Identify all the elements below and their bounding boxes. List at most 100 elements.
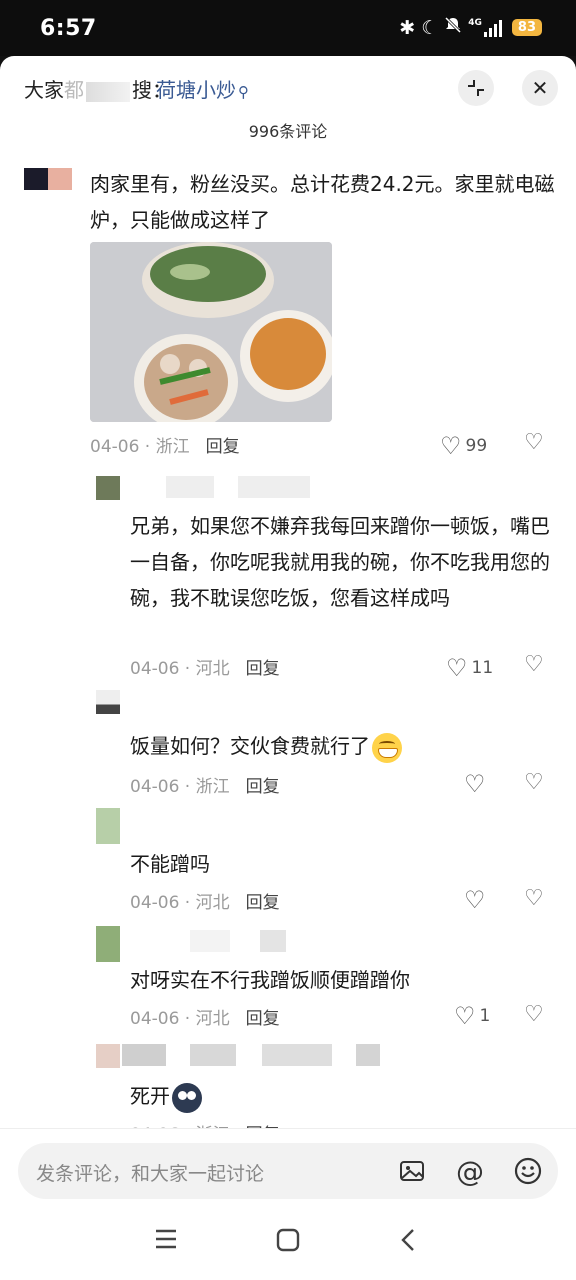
dislike-button[interactable]: ♡ [524,652,544,677]
comment-date: 04-06 [130,893,180,913]
network-label: 4G [468,18,482,28]
search-prefix-text: 大家 [24,78,64,102]
broken-heart-icon: ♡ [524,886,544,911]
menu-nav-button[interactable] [154,1228,178,1254]
username-blurred [190,1044,236,1066]
bluetooth-icon: ✱ [399,16,416,39]
dislike-button[interactable]: ♡ [524,770,544,795]
comment-date: 04-06 [130,659,180,679]
dislike-button[interactable]: ♡ [524,1002,544,1027]
comment-input-placeholder: 发条评论，和大家一起讨论 [36,1163,265,1185]
close-button[interactable]: ✕ [522,70,558,106]
like-button[interactable]: ♡ 11 [446,654,493,682]
bell-off-icon [444,16,462,39]
broken-heart-icon: ♡ [524,1002,544,1027]
comment-text-content: 死开 [130,1084,170,1108]
search-term-text: 荷塘小炒 [156,78,236,102]
avatar[interactable] [96,1044,120,1068]
comment-meta: 04-06 · 浙江回复 [130,777,280,797]
like-count: 11 [471,658,494,678]
image-icon [400,1161,424,1181]
comment-location: 浙江 [155,437,190,457]
comment-meta: 04-06 · 河北 回复 [130,1009,280,1029]
back-nav-button[interactable] [398,1228,418,1256]
comment-location: 浙江 [195,777,230,797]
username-blurred [356,1044,380,1066]
username-blurred [262,1044,332,1066]
username-blurred [190,930,230,952]
comment-photo[interactable] [90,242,332,422]
heart-icon: ♡ [454,1002,476,1030]
comment-date: 04-06 [90,437,140,457]
comment-input[interactable]: 发条评论，和大家一起讨论 @ [18,1143,558,1199]
heart-icon: ♡ [464,770,486,798]
comment-text: 对呀实在不行我蹭饭顺便蹭蹭你 [130,968,410,992]
like-button[interactable]: ♡ [464,770,486,798]
collapse-button[interactable] [458,70,494,106]
broken-heart-icon: ♡ [524,770,544,795]
comment-location: 河北 [195,1009,230,1029]
comment-text-content: 饭量如何？交伙食费就行了 [130,734,370,758]
back-icon [401,1229,414,1251]
at-icon: @ [456,1154,484,1188]
battery-icon: 83 [511,19,542,36]
dislike-button[interactable]: ♡ [524,886,544,911]
heart-icon: ♡ [464,886,486,914]
avatar[interactable] [24,168,72,190]
status-icons: ✱ ☾ 4G 83 [399,16,542,39]
sheet-header: 大家都 搜： 荷塘小炒 ⚲ ✕ [0,56,576,122]
moon-icon: ☾ [421,16,439,39]
smiley-icon [514,1157,542,1185]
comment-meta: 04-06 · 河北 回复 [130,893,280,913]
username-blurred [260,930,286,952]
avatar[interactable] [96,690,120,714]
heart-icon: ♡ [440,432,462,460]
reply-button[interactable]: 回复 [246,659,280,679]
comment-meta: 04-06 · 浙江回复 [90,437,240,457]
avatar[interactable] [96,476,120,500]
comment-text: 死开 [130,1078,556,1114]
search-prefix: 大家都 搜： [24,74,172,103]
status-bar: 6:57 ✱ ☾ 4G 83 [0,0,576,56]
menu-icon [156,1229,176,1249]
signal-icon [483,19,502,37]
emoji-button[interactable] [512,1155,544,1187]
comment-location: 河北 [195,893,230,913]
reply-button[interactable]: 回复 [206,437,240,457]
reply-button[interactable]: 回复 [246,1009,280,1029]
comment-text: 不能蹭吗 [130,852,210,876]
reply-button[interactable]: 回复 [246,893,280,913]
like-button[interactable]: ♡ [464,886,486,914]
comment-text: 饭量如何？交伙食费就行了 [130,728,556,764]
home-nav-button[interactable] [276,1228,300,1256]
comment-location: 河北 [195,659,230,679]
broken-heart-icon: ♡ [524,430,544,455]
close-icon: ✕ [531,76,549,100]
search-prefix-text-b: 都 [64,78,84,102]
like-button[interactable]: ♡ 99 [440,432,487,460]
comment-meta: 04-06 · 河北 回复 [130,659,280,679]
image-button[interactable] [396,1155,428,1187]
username-blurred [122,1044,166,1066]
reply-button[interactable]: 回复 [246,777,280,797]
avatar[interactable] [96,808,120,844]
search-suggestion-link[interactable]: 荷塘小炒 ⚲ [156,74,249,103]
home-square-icon [276,1228,300,1252]
like-count: 99 [465,436,488,456]
avatar[interactable] [96,926,120,962]
comment-text: 肉家里有，粉丝没买。总计花费24.2元。家里就电磁炉，只能做成这样了 [90,172,555,232]
broken-heart-icon: ♡ [524,652,544,677]
mention-button[interactable]: @ [454,1154,486,1188]
search-prefix-blur [86,81,130,102]
eyes-emoji-icon [172,1082,202,1113]
status-time: 6:57 [40,16,97,41]
search-icon: ⚲ [238,83,249,101]
comment-date: 04-06 [130,777,180,797]
username-blurred [238,476,310,498]
comment-count: 996条评论 [248,122,328,141]
dislike-button[interactable]: ♡ [524,430,544,455]
like-count: 1 [479,1006,491,1026]
grin-emoji-icon [372,732,402,763]
like-button[interactable]: ♡ 1 [454,1002,490,1030]
comments-sheet: 大家都 搜： 荷塘小炒 ⚲ ✕ 996条评论 肉家里有，粉丝没买。总计花费24.2元… [0,56,576,1280]
